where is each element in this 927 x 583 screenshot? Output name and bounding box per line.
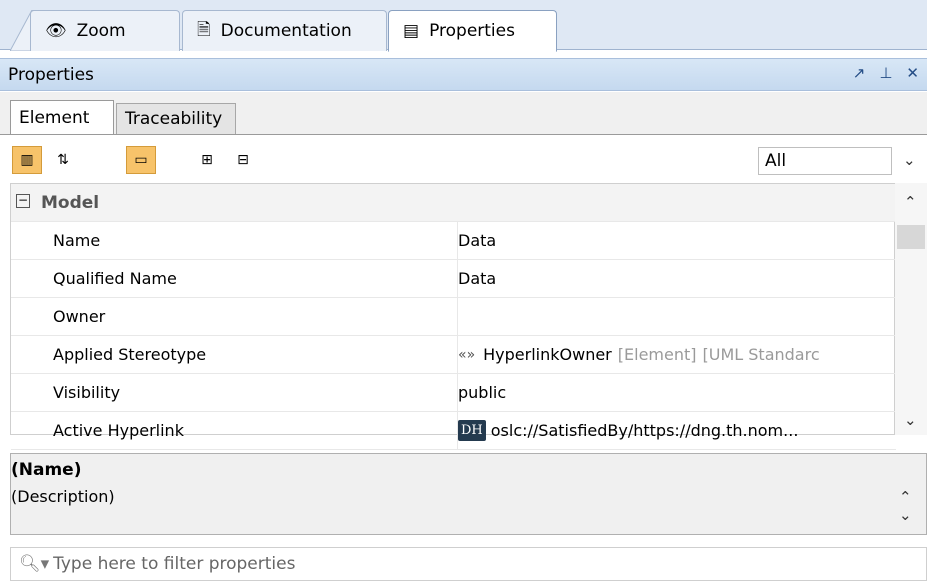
tab-element-label: Element xyxy=(19,107,90,128)
property-value[interactable]: Data xyxy=(457,260,897,297)
pin-icon[interactable]: ⊥ xyxy=(879,64,892,82)
stereotype-metaclass: [Element] xyxy=(617,345,697,364)
property-value-text: Data xyxy=(458,231,497,250)
tab-traceability[interactable]: Traceability xyxy=(116,103,236,134)
filter-properties-field[interactable]: 🔍︎▾ Type here to filter properties xyxy=(10,547,927,581)
property-value[interactable]: «» HyperlinkOwner [Element] [UML Standar… xyxy=(457,336,897,373)
table-row[interactable]: Applied Stereotype «» HyperlinkOwner [El… xyxy=(11,336,896,374)
property-key: Active Hyperlink xyxy=(53,421,184,440)
table-row[interactable]: Visibility public xyxy=(11,374,896,412)
tab-element[interactable]: Element xyxy=(10,100,114,135)
tab-properties-label: Properties xyxy=(429,21,515,41)
property-key: Qualified Name xyxy=(53,269,177,288)
eye-icon: 👁 xyxy=(45,21,67,41)
editor-tab-strip: 👁 Zoom 🗎 Documentation ▤ Properties xyxy=(0,0,927,52)
property-key: Visibility xyxy=(53,383,121,402)
property-value-text: oslc://SatisfiedBy/https://dng.th.nom... xyxy=(490,421,799,440)
description-panel: (Name) (Description) ⌃ ⌄ xyxy=(10,453,927,535)
chevron-up-icon[interactable]: ⌃ xyxy=(904,193,917,211)
chevron-down-icon[interactable]: ⌄ xyxy=(904,411,917,429)
tab-documentation-label: Documentation xyxy=(220,21,352,41)
description-text: (Description) xyxy=(11,487,115,506)
property-value-text: Data xyxy=(458,269,497,288)
property-value[interactable]: DH oslc://SatisfiedBy/https://dng.th.nom… xyxy=(457,412,897,449)
property-value-text: public xyxy=(458,383,507,402)
subtab-strip: Element Traceability xyxy=(0,92,927,135)
property-key: Applied Stereotype xyxy=(53,345,207,364)
tab-documentation[interactable]: 🗎 Documentation xyxy=(182,10,387,51)
sort-alphabetically-icon[interactable]: ⇅ xyxy=(48,146,78,174)
scrollbar-thumb[interactable] xyxy=(897,225,925,249)
tab-zoom[interactable]: 👁 Zoom xyxy=(30,10,180,51)
category-row-model[interactable]: − Model xyxy=(11,184,896,222)
panel-controls: ↗ ⊥ ✕ xyxy=(853,64,919,82)
property-filter-select[interactable]: All xyxy=(758,147,892,175)
properties-toolbar: ▥ ⇅ ▭ ⊞ ⊟ All ⌄ xyxy=(0,134,927,182)
category-label: Model xyxy=(41,192,100,213)
property-value[interactable]: Data xyxy=(457,222,897,259)
collapse-toggle-icon[interactable]: − xyxy=(16,194,30,208)
restore-icon[interactable]: ↗ xyxy=(853,64,866,82)
table-row[interactable]: Qualified Name Data xyxy=(11,260,896,298)
property-key: Name xyxy=(53,231,101,250)
property-grid: − Model Name Data Qualified Name Data Ow… xyxy=(10,183,896,450)
tab-properties[interactable]: ▤ Properties xyxy=(388,10,557,52)
property-value-text: HyperlinkOwner xyxy=(483,345,612,364)
chevron-up-icon[interactable]: ⌃ xyxy=(899,488,912,506)
tab-traceability-label: Traceability xyxy=(125,109,223,129)
chevron-down-icon[interactable]: ⌄ xyxy=(899,506,912,524)
property-value[interactable] xyxy=(457,298,897,335)
property-value[interactable]: public xyxy=(457,374,897,411)
stereotype-icon: «» xyxy=(458,346,476,363)
table-row[interactable]: Name Data xyxy=(11,222,896,260)
document-icon: 🗎 xyxy=(197,19,211,40)
table-row[interactable]: Owner xyxy=(11,298,896,336)
collapse-all-icon[interactable]: ⊟ xyxy=(228,146,258,174)
show-expert-icon[interactable]: ▭ xyxy=(126,146,156,174)
hyperlink-badge-icon: DH xyxy=(458,420,486,441)
stereotype-profile: [UML Standarc xyxy=(702,345,820,364)
description-name: (Name) xyxy=(11,460,82,480)
property-filter-value: All xyxy=(765,151,787,171)
grid-scrollbar[interactable]: ⌃ ⌄ xyxy=(895,183,927,435)
table-row[interactable]: Active Hyperlink DH oslc://SatisfiedBy/h… xyxy=(11,412,896,450)
chevron-down-icon[interactable]: ⌄ xyxy=(903,151,916,169)
panel-title: Properties xyxy=(8,64,94,85)
tab-zoom-label: Zoom xyxy=(76,21,126,41)
property-key: Owner xyxy=(53,307,106,326)
close-icon[interactable]: ✕ xyxy=(906,64,919,82)
search-icon[interactable]: 🔍︎▾ xyxy=(19,554,49,574)
expand-all-icon[interactable]: ⊞ xyxy=(192,146,222,174)
panel-title-bar: Properties ↗ ⊥ ✕ xyxy=(0,58,927,91)
group-by-category-icon[interactable]: ▥ xyxy=(12,146,42,174)
search-placeholder: Type here to filter properties xyxy=(53,554,296,574)
table-icon: ▤ xyxy=(403,21,420,41)
